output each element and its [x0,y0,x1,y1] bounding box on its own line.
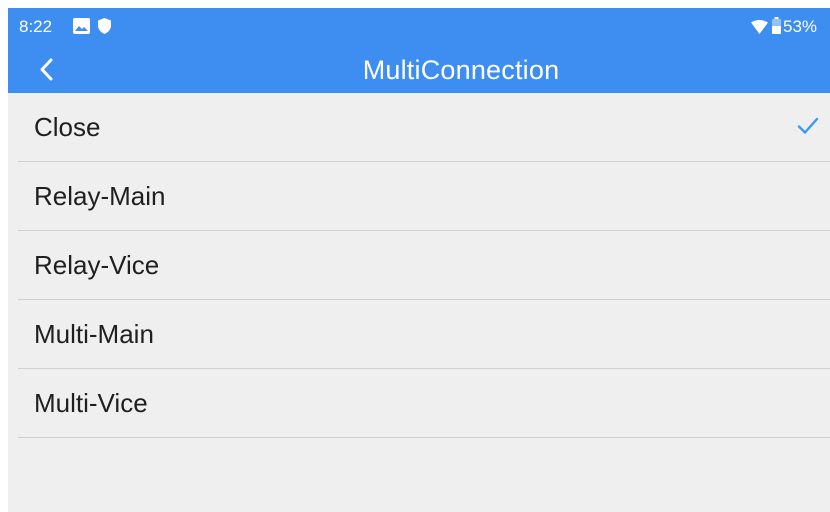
battery-percent: 53% [783,17,818,36]
shield-icon [98,18,111,39]
checkmark-icon [797,117,819,134]
option-label: Multi-Vice [34,388,148,418]
options-list: Close Relay-Main Relay-Vice Multi-Main M… [18,93,830,438]
option-label: Relay-Main [34,181,166,211]
status-time: 8:22 [19,17,53,36]
option-multi-main[interactable]: Multi-Main [18,300,830,369]
status-bar: 8:22 53% [8,8,830,46]
wifi-icon [751,20,768,39]
option-close[interactable]: Close [18,93,830,162]
option-multi-vice[interactable]: Multi-Vice [18,369,830,438]
option-relay-main[interactable]: Relay-Main [18,162,830,231]
app-screen: 8:22 53% MultiConnection Close Relay-Mai… [8,8,830,512]
option-label: Multi-Main [34,319,154,349]
page-title: MultiConnection [362,55,560,85]
option-relay-vice[interactable]: Relay-Vice [18,231,830,300]
option-label: Close [34,112,101,142]
app-bar: MultiConnection [8,46,830,93]
battery-icon [772,17,781,39]
gallery-icon [73,18,90,39]
option-label: Relay-Vice [34,250,160,280]
